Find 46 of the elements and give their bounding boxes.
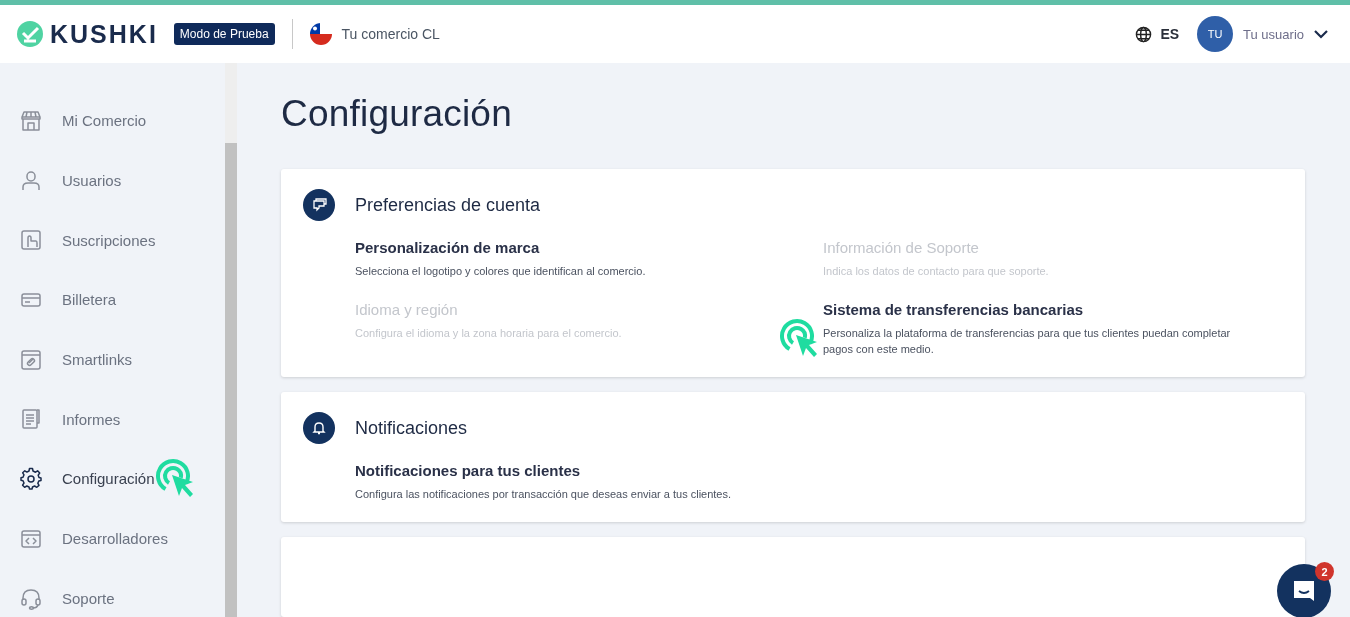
sidebar-item[interactable]: Configuración [0, 449, 225, 509]
settings-option[interactable]: Sistema de transferencias bancarias Personaliza la plataforma de transferencias para que tus clientes puedan completar pagos con este medio. [823, 301, 1283, 357]
link-window-icon [19, 347, 43, 372]
click-cursor-icon [779, 318, 819, 358]
notification-count: 2 [1315, 562, 1334, 581]
merchant-name: Tu comercio CL [341, 26, 440, 42]
headset-icon [19, 586, 43, 611]
option-description: Configura las notificaciones por transacción que deseas enviar a tus clientes. [355, 487, 733, 502]
section-title: Preferencias de cuenta [355, 194, 541, 216]
chile-flag-icon [309, 23, 332, 45]
kushki-logo-icon [16, 20, 44, 48]
test-mode-badge: Modo de Prueba [173, 23, 275, 45]
report-icon [19, 407, 43, 432]
page-title: Configuración [281, 93, 513, 135]
option-description: Personaliza la plataforma de transferencias para que tus clientes puedan completar pagos con este medio. [823, 326, 1232, 357]
chevron-down-icon[interactable] [1314, 29, 1328, 39]
user-avatar[interactable]: TU [1197, 16, 1234, 52]
sidebar-item[interactable]: Usuarios [0, 150, 225, 211]
user-icon [19, 168, 43, 193]
gear-icon [19, 466, 43, 491]
settings-option[interactable]: Notificaciones para tus clientes Configura las notificaciones por transacción que deseas enviar a tus clientes. [355, 462, 823, 502]
sidebar-item[interactable]: Desarrolladores [0, 508, 225, 569]
option-title: Idioma y región [355, 301, 459, 318]
language-selector[interactable]: ES [1160, 26, 1180, 42]
sidebar-item[interactable]: Soporte [0, 568, 225, 617]
chat-bubble-icon [1291, 578, 1317, 604]
option-title: Notificaciones para tus clientes [355, 462, 582, 479]
option-title: Información de Soporte [823, 239, 980, 256]
store-icon [19, 108, 43, 133]
brand-logo-text: KUSHKI [50, 19, 158, 49]
option-description: Configura el idioma y la zona horaria para el comercio. [355, 326, 623, 341]
click-cursor-icon [155, 458, 195, 498]
sidebar-item[interactable]: Smartlinks [0, 329, 225, 390]
settings-option[interactable]: Personalización de marca Selecciona el logotipo y colores que identifican al comercio. [355, 239, 823, 279]
sidebar-item[interactable]: Billetera [0, 270, 225, 330]
option-description: Indica los datos de contacto para que soporte. [823, 264, 1050, 279]
globe-icon[interactable] [1135, 25, 1153, 43]
bell-icon [303, 412, 335, 444]
user-name[interactable]: Tu usuario [1243, 26, 1304, 42]
option-title: Sistema de transferencias bancarias [823, 301, 1085, 318]
option-description: Selecciona el logotipo y colores que identifican al comercio. [355, 264, 647, 279]
sidebar-item[interactable]: Informes [0, 389, 225, 450]
sidebar-item[interactable]: Suscripciones [0, 210, 225, 271]
option-title: Personalización de marca [355, 239, 541, 256]
sidebar-item[interactable]: Mi Comercio [0, 91, 225, 151]
section-title: Notificaciones [355, 417, 468, 439]
